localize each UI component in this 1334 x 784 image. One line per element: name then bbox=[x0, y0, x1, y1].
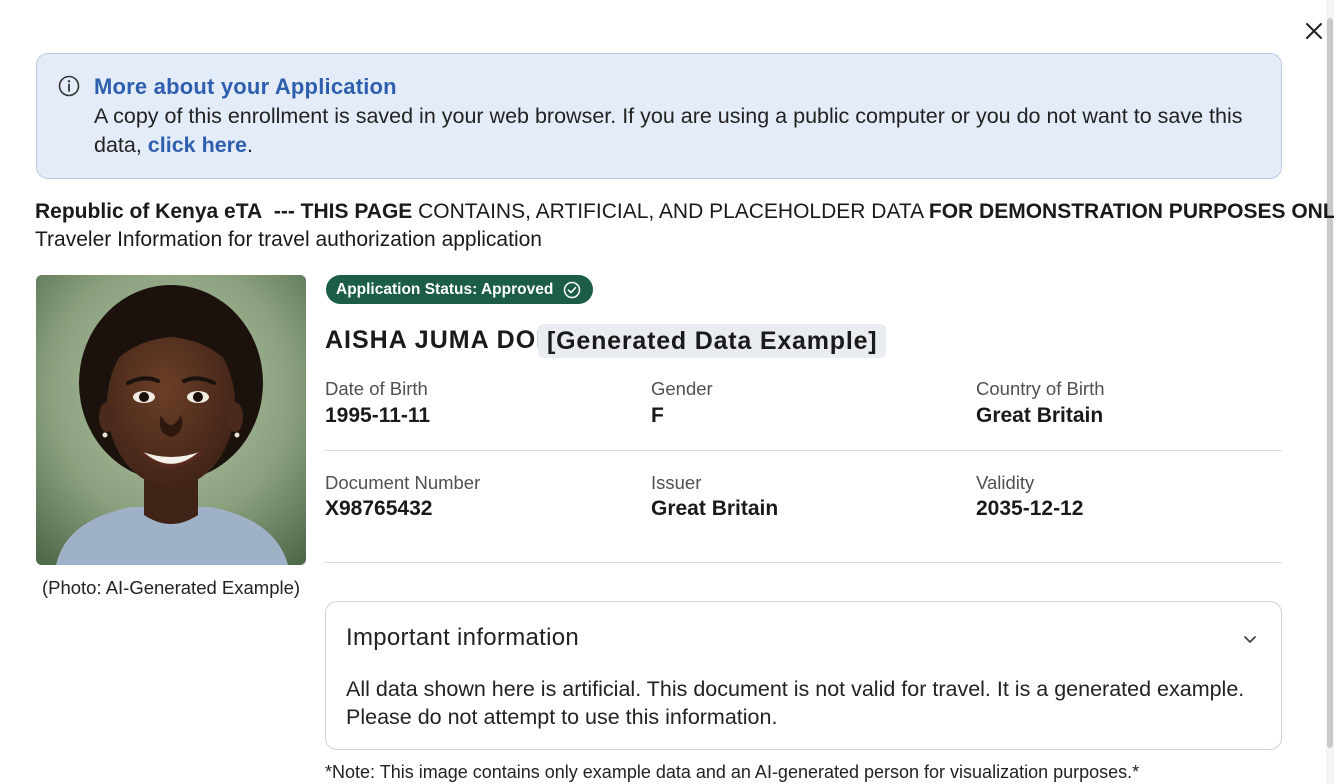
scrollbar-thumb[interactable] bbox=[1327, 18, 1333, 748]
scrollbar[interactable] bbox=[1326, 0, 1334, 784]
info-banner-text-after: . bbox=[247, 133, 253, 157]
check-circle-icon bbox=[564, 281, 581, 298]
footnote: *Note: This image contains only example … bbox=[325, 762, 1140, 782]
important-info-accordion[interactable]: Important information All data shown her… bbox=[325, 601, 1282, 750]
click-here-link[interactable]: click here bbox=[148, 133, 247, 157]
gender-value: F bbox=[651, 404, 664, 427]
demo-separator: --- bbox=[273, 200, 301, 223]
divider bbox=[325, 450, 1282, 451]
accordion-title[interactable]: Important information bbox=[346, 624, 579, 652]
close-icon bbox=[1306, 23, 1322, 39]
info-banner-text-before: A copy of this enrollment is saved in yo… bbox=[94, 104, 1243, 157]
validity-value: 2035-12-12 bbox=[976, 497, 1084, 520]
info-banner-title: More about your Application bbox=[94, 74, 397, 99]
generated-data-tag: [Generated Data Example] bbox=[538, 324, 887, 358]
dob-value: 1995-11-11 bbox=[325, 404, 431, 427]
traveler-name: AISHA JUMA DOE bbox=[325, 326, 554, 354]
info-icon bbox=[58, 75, 80, 97]
info-banner-text: A copy of this enrollment is saved in yo… bbox=[94, 102, 1254, 160]
this-page-text: THIS PAGE bbox=[300, 200, 413, 223]
page-subtitle: Traveler Information for travel authoriz… bbox=[35, 228, 542, 251]
country-of-birth-value: Great Britain bbox=[976, 404, 1104, 427]
photo-caption: (Photo: AI-Generated Example) bbox=[41, 577, 301, 598]
document-number-value: X98765432 bbox=[325, 497, 433, 520]
issuer-label: Issuer bbox=[651, 472, 702, 493]
close-button[interactable] bbox=[1303, 20, 1325, 42]
status-badge: Application Status: Approved bbox=[326, 275, 594, 304]
demo-purposes-text: FOR DEMONSTRATION PURPOSES ONLY --- bbox=[928, 200, 1334, 223]
document-number-label: Document Number bbox=[325, 472, 481, 493]
traveler-photo bbox=[36, 275, 306, 565]
portrait-image bbox=[36, 275, 306, 565]
page-header: Republic of Kenya eTA --- THIS PAGE CONT… bbox=[35, 200, 1334, 224]
info-banner: More about your Application A copy of th… bbox=[36, 53, 1282, 179]
issuer-value: Great Britain bbox=[651, 497, 779, 520]
dob-label: Date of Birth bbox=[325, 378, 428, 399]
validity-label: Validity bbox=[976, 472, 1035, 493]
country-app-title: Republic of Kenya eTA bbox=[35, 200, 263, 223]
gender-label: Gender bbox=[651, 378, 713, 399]
chevron-down-icon[interactable] bbox=[1241, 630, 1259, 648]
country-of-birth-label: Country of Birth bbox=[976, 378, 1105, 399]
contains-text: CONTAINS, ARTIFICIAL, AND PLACEHOLDER DA… bbox=[418, 200, 924, 223]
accordion-body: All data shown here is artificial. This … bbox=[346, 677, 1245, 729]
status-label: Application Status: Approved bbox=[336, 280, 554, 298]
divider bbox=[325, 562, 1282, 563]
